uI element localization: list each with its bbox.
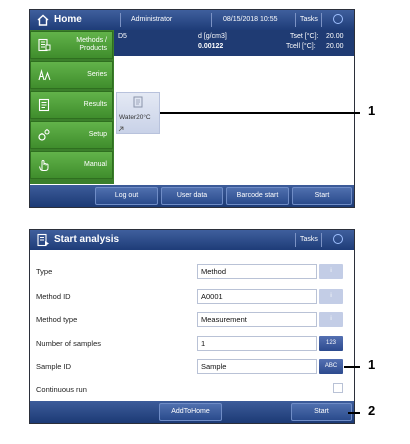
page-title: Start analysis: [54, 234, 120, 245]
series-icon: [38, 68, 51, 81]
type-info-button[interactable]: i: [319, 264, 343, 279]
tcell-value: 20.00: [326, 43, 344, 50]
callout-number: 2: [368, 403, 376, 418]
continuous-run-label: Continuous run: [36, 385, 87, 394]
shortcut-tile[interactable]: Water20°C: [116, 92, 160, 134]
number-of-samples-label: Number of samples: [36, 339, 102, 348]
tset-label: Tset [°C]:: [290, 33, 319, 40]
home-screen: Home Administrator 08/15/2018 10:55 Task…: [29, 9, 355, 208]
method-id-info-button[interactable]: i: [319, 289, 343, 304]
divider: [321, 13, 322, 27]
numeric-keypad-button[interactable]: 123: [319, 336, 343, 351]
datetime: 08/15/2018 10:55: [223, 16, 278, 23]
results-label: Results: [83, 101, 107, 108]
method-id-label: Method ID: [36, 292, 71, 301]
home-bottom-bar: Log out User data Barcode start Start: [30, 185, 354, 207]
menu-label: Methods / Products: [76, 32, 107, 58]
type-field[interactable]: Method: [197, 264, 317, 279]
callout-line: [348, 412, 360, 414]
divider: [295, 233, 296, 247]
methods-icon: [38, 38, 51, 52]
barcode-start-button[interactable]: Barcode start: [226, 187, 289, 205]
tasks-button[interactable]: Tasks: [300, 230, 318, 250]
divider: [321, 233, 322, 247]
start-analysis-icon: [37, 233, 49, 247]
results-button[interactable]: Results: [30, 91, 113, 119]
home-titlebar: Home Administrator 08/15/2018 10:55 Task…: [30, 10, 354, 30]
manual-label: Manual: [84, 161, 107, 168]
home-icon[interactable]: [36, 13, 50, 27]
continuous-run-checkbox[interactable]: [333, 383, 343, 393]
measurement-info-panel: D5 d [g/cm3] 0.00122 Tset [°C]: 20.00 Tc…: [114, 30, 354, 56]
activity-indicator-icon: [333, 234, 343, 244]
page-title: Home: [54, 14, 82, 25]
user-name: Administrator: [131, 16, 173, 23]
method-type-info-button[interactable]: i: [319, 312, 343, 327]
setup-button[interactable]: Setup: [30, 121, 113, 149]
series-label: Series: [87, 71, 107, 78]
add-to-home-button[interactable]: AddToHome: [159, 403, 222, 421]
start-button[interactable]: Start: [291, 403, 352, 421]
text-keyboard-button[interactable]: ABC: [319, 359, 343, 374]
callout-number: 1: [368, 357, 376, 372]
setup-icon: [38, 129, 50, 141]
sample-id-field[interactable]: Sample: [197, 359, 317, 374]
sample-name: D5: [118, 33, 127, 40]
divider: [211, 13, 212, 27]
start-analysis-screen: Start analysis Tasks Type Method i Metho…: [29, 229, 355, 424]
type-label: Type: [36, 267, 53, 276]
manual-button[interactable]: Manual: [30, 151, 113, 179]
user-data-button[interactable]: User data: [161, 187, 223, 205]
series-button[interactable]: Series: [30, 61, 113, 89]
method-shortcut-icon: [133, 96, 143, 108]
method-type-field[interactable]: Measurement: [197, 312, 317, 327]
results-icon: [38, 98, 50, 112]
divider: [120, 13, 121, 27]
callout-number: 1: [368, 103, 376, 118]
activity-indicator-icon: [333, 14, 343, 24]
callout-line: [160, 112, 360, 114]
divider: [295, 13, 296, 27]
number-of-samples-field[interactable]: 1: [197, 336, 317, 351]
tcell-label: Tcell [°C]:: [286, 43, 316, 50]
tset-value: 20.00: [326, 33, 344, 40]
tasks-button[interactable]: Tasks: [300, 10, 318, 30]
shortcut-arrow-icon: [118, 126, 124, 132]
shortcut-label: Water20°C: [119, 114, 151, 121]
start-button[interactable]: Start: [292, 187, 352, 205]
quantity-label: d [g/cm3]: [198, 33, 227, 40]
methods-products-button[interactable]: Methods / Products: [30, 31, 113, 59]
start-analysis-titlebar: Start analysis Tasks: [30, 230, 354, 250]
sample-id-label: Sample ID: [36, 362, 72, 371]
method-id-field[interactable]: A0001: [197, 289, 317, 304]
log-out-button[interactable]: Log out: [95, 187, 158, 205]
methods-label: Methods / Products: [76, 37, 107, 52]
home-menu: Methods /Products Series Results Setup: [30, 30, 114, 184]
callout-line: [344, 366, 360, 368]
method-type-label: Method type: [36, 315, 78, 324]
quantity-value: 0.00122: [198, 43, 224, 50]
start-analysis-bottom-bar: AddToHome Start: [30, 401, 354, 423]
setup-label: Setup: [88, 131, 107, 138]
hand-icon: [39, 160, 49, 171]
